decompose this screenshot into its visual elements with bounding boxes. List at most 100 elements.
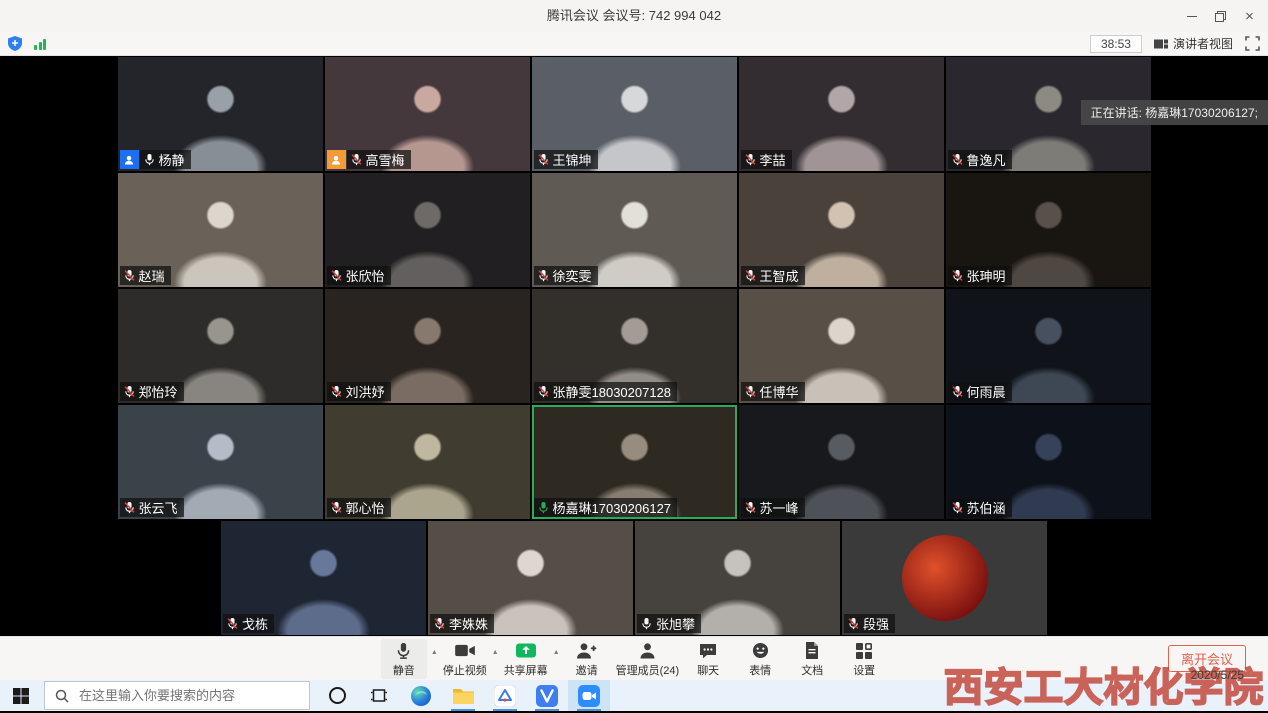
participant-name-text: 郑怡玲 [139,382,178,401]
mic-muted-icon [123,501,136,514]
participant-tile[interactable]: 李姝姝 [428,521,633,635]
participant-nameband: 赵瑞 [120,266,171,285]
participant-tile[interactable]: 郑怡玲 [118,289,323,403]
meeting-timer: 38:53 [1090,35,1142,53]
control-invite-button[interactable]: 邀请 [564,639,610,679]
participant-tile[interactable]: 苏一峰 [739,405,944,519]
search-input[interactable] [77,687,291,704]
participant-tile[interactable]: 张旭攀 [635,521,840,635]
participant-tile[interactable]: 杨嘉琳17030206127 [532,405,737,519]
participant-name-text: 赵瑞 [139,266,165,285]
grid-row: 赵瑞 张欣怡 徐奕雯 王智成 张珅明 [0,172,1268,288]
control-label: 邀请 [576,662,598,678]
participant-tile[interactable]: 何雨晨 [946,289,1151,403]
participant-tile[interactable]: 李喆 [739,57,944,171]
control-label: 表情 [749,662,771,678]
participant-nameband: 任博华 [741,382,805,401]
now-speaking-banner: 正在讲话: 杨嘉琳17030206127; [1081,100,1268,125]
participant-name-label: 任博华 [741,382,805,401]
participant-nameband: 李姝姝 [430,614,494,633]
participant-name-text: 任博华 [760,382,799,401]
share-icon [516,641,536,661]
chevron-up-icon[interactable]: ▲ [431,649,438,670]
control-members-button[interactable]: 管理成员(24) [616,639,680,679]
chevron-up-icon[interactable]: ▲ [553,649,560,670]
participant-name-label: 何雨晨 [948,382,1012,401]
emoji-icon [752,641,769,661]
mic-muted-icon [744,269,757,282]
participant-nameband: 何雨晨 [948,382,1012,401]
taskbar-app-meeting[interactable] [568,680,610,711]
participant-nameband: 徐奕雯 [534,266,598,285]
file-explorer-icon [452,687,475,705]
leave-meeting-button[interactable]: 离开会议 [1168,645,1246,672]
restore-button[interactable] [1206,1,1235,31]
window-titlebar: 腾讯会议 会议号: 742 994 042 × [0,0,1268,32]
participant-name-label: 徐奕雯 [534,266,598,285]
control-mic-button[interactable]: 静音 [381,639,427,679]
taskbar-app-v[interactable] [526,680,568,711]
control-doc-button[interactable]: 文档 [789,639,835,679]
task-view-button[interactable] [358,680,400,711]
grid-row: 戈栋 李姝姝 张旭攀 段强 [0,520,1268,636]
taskbar-search[interactable] [44,681,310,710]
control-label: 停止视频 [443,662,487,678]
participant-name-label: 杨嘉琳17030206127 [534,498,678,517]
participant-name-label: 李喆 [741,150,792,169]
participant-name-label: 王智成 [741,266,805,285]
participant-tile[interactable]: 段强 [842,521,1047,635]
mic-muted-icon [537,153,550,166]
participant-tile[interactable]: 戈栋 [221,521,426,635]
security-shield-icon[interactable] [8,36,22,51]
participant-nameband: 李喆 [741,150,792,169]
invite-icon [576,641,597,661]
control-label: 管理成员(24) [616,662,680,678]
topbar-left [8,32,46,55]
search-icon [55,689,69,703]
participant-nameband: 张云飞 [120,498,184,517]
participant-tile[interactable]: 高雪梅 [325,57,530,171]
close-button[interactable]: × [1235,1,1264,31]
start-button[interactable] [0,680,42,711]
fullscreen-icon[interactable] [1245,36,1260,51]
participant-tile[interactable]: 任博华 [739,289,944,403]
participant-name-text: 苏一峰 [760,498,799,517]
mic-muted-icon [226,617,239,630]
control-chat-button[interactable]: 聊天 [685,639,731,679]
control-share-button[interactable]: 共享屏幕 [503,639,549,679]
participant-tile[interactable]: 苏伯涵 [946,405,1151,519]
participant-tile[interactable]: 张珅明 [946,173,1151,287]
participant-name-text: 段强 [863,614,889,633]
mic-muted-icon [951,385,964,398]
control-settings-button[interactable]: 设置 [841,639,887,679]
chevron-up-icon[interactable]: ▲ [492,649,499,670]
control-camera-button[interactable]: 停止视频 [442,639,488,679]
participant-tile[interactable]: 王智成 [739,173,944,287]
taskbar-app-docs[interactable] [484,680,526,711]
taskbar-app-explorer[interactable] [442,680,484,711]
mic-muted-icon [350,153,363,166]
participant-tile[interactable]: 王锦坤 [532,57,737,171]
participant-tile[interactable]: 张云飞 [118,405,323,519]
participant-nameband: 郑怡玲 [120,382,184,401]
control-emoji-button[interactable]: 表情 [737,639,783,679]
minimize-button[interactable] [1177,1,1206,31]
participant-tile[interactable]: 张欣怡 [325,173,530,287]
cortana-button[interactable] [316,680,358,711]
mic-muted-icon [951,501,964,514]
participant-tile[interactable]: 徐奕雯 [532,173,737,287]
participant-nameband: 苏一峰 [741,498,805,517]
speaker-view-toggle[interactable]: 演讲者视图 [1154,35,1233,52]
taskbar-app-edge[interactable] [400,680,442,711]
participant-nameband: 张珅明 [948,266,1012,285]
participant-tile[interactable]: 刘洪妤 [325,289,530,403]
participant-tile[interactable]: 赵瑞 [118,173,323,287]
participant-tile[interactable]: 张静雯18030207128 [532,289,737,403]
network-signal-icon[interactable] [34,38,46,50]
windows-taskbar [0,680,1268,711]
participant-tile[interactable]: 郭心怡 [325,405,530,519]
mic-on-icon [143,153,156,166]
participant-tile[interactable]: 杨静 [118,57,323,171]
v-app-icon [536,685,558,707]
participant-nameband: 杨嘉琳17030206127 [534,498,678,517]
